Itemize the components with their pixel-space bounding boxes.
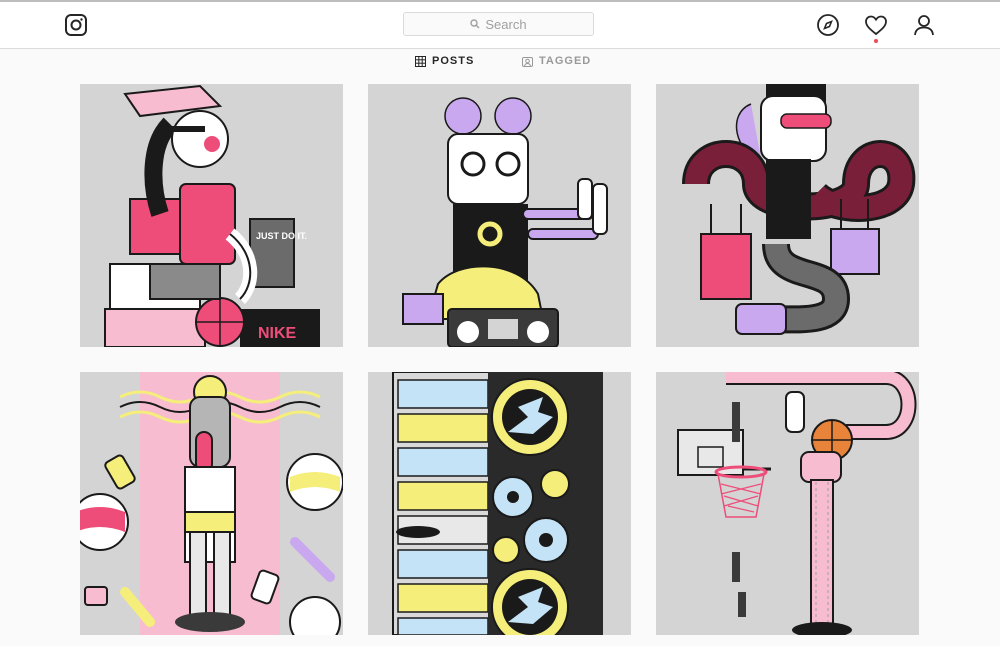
tab-posts[interactable]: POSTS xyxy=(415,52,474,70)
tagged-icon xyxy=(522,56,533,67)
post-image-candy-character xyxy=(80,372,343,635)
just-do-it-text: JUST DO IT. xyxy=(256,231,307,241)
post-tile-5[interactable] xyxy=(368,372,631,635)
post-tile-1[interactable]: NIKE JUST DO IT. xyxy=(80,84,343,347)
post-tile-2[interactable] xyxy=(368,84,631,347)
grid-icon xyxy=(415,55,426,67)
nike-box-text: NIKE xyxy=(258,325,297,342)
search-placeholder: Search xyxy=(485,16,527,32)
post-image-boombox-character xyxy=(368,84,631,347)
tab-tagged[interactable]: TAGGED xyxy=(522,52,591,70)
post-tile-4[interactable] xyxy=(80,372,343,635)
notification-dot xyxy=(874,39,878,43)
user-icon[interactable] xyxy=(912,13,936,37)
post-image-shopping-bags xyxy=(656,84,919,347)
heart-icon[interactable] xyxy=(864,13,888,37)
compass-icon[interactable] xyxy=(816,13,840,37)
post-image-sneaker-boxes: NIKE JUST DO IT. xyxy=(80,84,343,347)
post-tile-3[interactable] xyxy=(656,84,919,347)
profile-tabs: POSTS TAGGED xyxy=(0,52,1000,70)
post-image-stereo-rack xyxy=(368,372,631,635)
top-navbar: Search xyxy=(0,2,1000,49)
tab-tagged-label: TAGGED xyxy=(539,55,592,67)
post-image-basketball-hoop xyxy=(656,372,919,635)
search-input[interactable]: Search xyxy=(403,12,594,36)
post-tile-6[interactable] xyxy=(656,372,919,635)
search-icon xyxy=(470,19,480,29)
tab-posts-label: POSTS xyxy=(432,55,475,67)
instagram-logo-icon[interactable] xyxy=(64,13,88,37)
